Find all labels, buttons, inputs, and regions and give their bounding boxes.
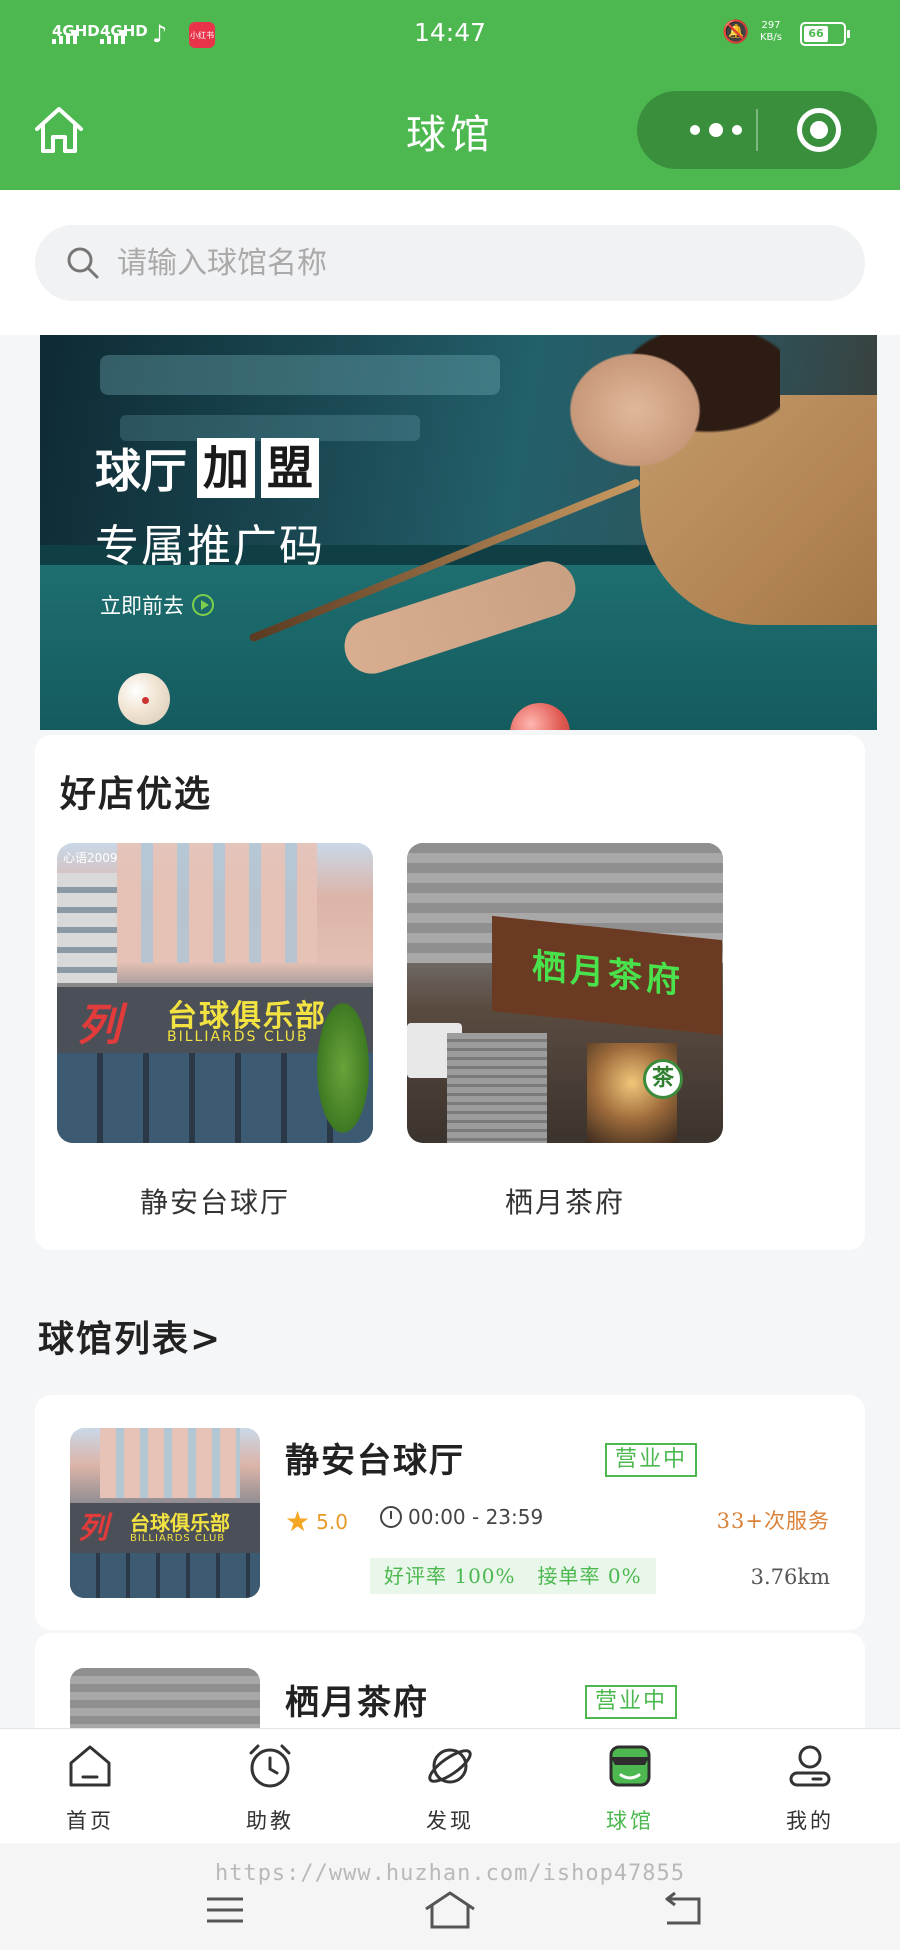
tab-discover[interactable]: 发现 xyxy=(390,1741,510,1835)
clock-icon xyxy=(380,1506,402,1528)
shop-name: 静安台球厅 xyxy=(139,1186,290,1219)
battery-icon: 66 xyxy=(800,22,850,46)
venue-distance: 3.76km xyxy=(750,1565,830,1589)
menu-icon[interactable] xyxy=(195,1885,255,1935)
top-bar: 4GHD 4GHD ♪ 小红书 14:47 🔕 297KB/s 66 球馆 xyxy=(0,0,900,190)
venue-hours: 00:00 - 23:59 xyxy=(380,1505,543,1529)
home-icon xyxy=(69,1745,111,1787)
mute-bell-icon: 🔕 xyxy=(722,20,750,45)
service-count: 33+次服务 xyxy=(716,1509,830,1533)
close-target-icon[interactable] xyxy=(797,108,841,152)
venue-stats: 好评率 100% 接单率 0% xyxy=(370,1558,656,1594)
venue-list-title[interactable]: 球馆列表> xyxy=(38,1310,222,1362)
star-icon: ★ xyxy=(285,1505,311,1538)
venue-thumbnail: 列 台球俱乐部 BILLIARDS CLUB xyxy=(70,1428,260,1598)
bottom-tab-bar: 首页 助教 发现 球馆 我的 xyxy=(0,1728,900,1843)
network-speed: 297 KB/s xyxy=(760,20,782,43)
shop-image: 栖月茶府 茶 xyxy=(407,843,723,1143)
system-navigation-bar: https://www.huzhan.com/ishop47855 xyxy=(0,1843,900,1950)
banner-subheadline: 专属推广码 xyxy=(95,521,325,572)
capsule-divider xyxy=(756,109,758,151)
tab-home[interactable]: 首页 xyxy=(30,1741,150,1835)
miniapp-capsule xyxy=(637,91,877,169)
promo-banner[interactable]: 球厅 加 盟 专属推广码 立即前去 xyxy=(40,335,877,730)
status-badge: 营业中 xyxy=(605,1443,698,1477)
status-badge: 营业中 xyxy=(585,1685,678,1719)
banner-headline: 球厅 加 盟 xyxy=(95,435,319,501)
alarm-clock-icon xyxy=(249,1744,291,1788)
venue-card[interactable]: 列 台球俱乐部 BILLIARDS CLUB 静安台球厅 营业中 ★ 5.0 0… xyxy=(35,1395,865,1630)
watermark-url: https://www.huzhan.com/ishop47855 xyxy=(214,1861,686,1886)
shop-name: 栖月茶府 xyxy=(504,1186,625,1219)
search-icon xyxy=(67,247,99,279)
banner-cta[interactable]: 立即前去 xyxy=(100,590,214,620)
featured-shops: 好店优选 心语2009 列 台球俱乐部 BILLIARDS CLUB 静安台球厅… xyxy=(35,735,865,1250)
play-circle-icon xyxy=(192,594,214,616)
featured-shop-card[interactable]: 心语2009 列 台球俱乐部 BILLIARDS CLUB 静安台球厅 xyxy=(57,843,373,1221)
venue-name: 栖月茶府 xyxy=(285,1683,429,1723)
status-bar: 4GHD 4GHD ♪ 小红书 14:47 🔕 297KB/s 66 xyxy=(0,16,900,56)
planet-icon xyxy=(428,1748,472,1784)
back-icon[interactable] xyxy=(655,1885,715,1935)
featured-shop-card[interactable]: 栖月茶府 茶 栖月茶府 xyxy=(407,843,723,1221)
featured-title: 好店优选 xyxy=(60,773,213,815)
search-bar[interactable] xyxy=(35,225,865,301)
search-area xyxy=(0,190,900,335)
tab-mine[interactable]: 我的 xyxy=(750,1741,870,1835)
home-outline-icon[interactable] xyxy=(420,1885,480,1935)
cue-ball xyxy=(118,673,170,725)
user-icon xyxy=(789,1745,831,1787)
store-icon xyxy=(609,1745,651,1787)
tab-venues[interactable]: 球馆 xyxy=(570,1741,690,1835)
venue-name: 静安台球厅 xyxy=(285,1441,465,1481)
shop-image: 心语2009 列 台球俱乐部 BILLIARDS CLUB xyxy=(57,843,373,1143)
player-image xyxy=(560,345,710,475)
more-dots-icon[interactable] xyxy=(671,115,761,145)
search-input[interactable] xyxy=(117,239,817,287)
tab-assistant[interactable]: 助教 xyxy=(210,1741,330,1835)
venue-rating: ★ 5.0 xyxy=(285,1505,348,1538)
